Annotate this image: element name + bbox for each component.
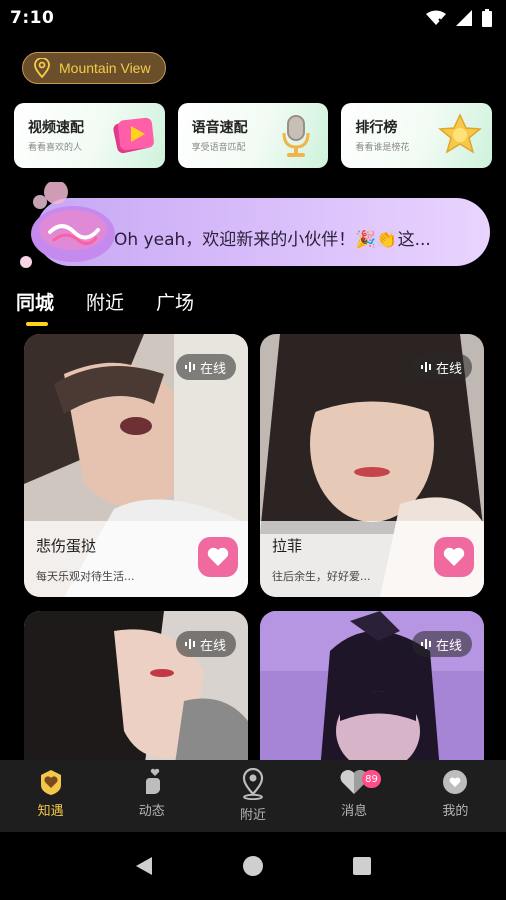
tab-indicator	[26, 322, 48, 326]
online-label: 在线	[199, 638, 226, 654]
online-label: 在线	[435, 638, 462, 654]
nav-item-zhiyu[interactable]: 知遇	[11, 768, 91, 819]
voice-wave-icon	[420, 362, 431, 372]
profile-icon	[443, 770, 468, 794]
online-badge: 在线	[175, 631, 236, 657]
tab-nearby[interactable]: 附近	[86, 288, 124, 315]
heart-icon	[207, 547, 229, 566]
signal-icon	[456, 10, 472, 26]
status-bar: 7:10	[0, 0, 506, 36]
voice-wave-icon	[184, 639, 195, 649]
voice-match-card[interactable]: 语音速配 享受语音匹配	[177, 103, 329, 168]
welcome-banner[interactable]: Oh yeah，欢迎新来的小伙伴！🎉👏这...	[18, 182, 490, 268]
wifi-icon	[426, 10, 446, 25]
nav-item-moments[interactable]: 动态	[112, 768, 192, 819]
online-badge: 在线	[411, 354, 472, 380]
microphone-icon	[282, 115, 310, 157]
profile-card[interactable]: 在线	[260, 611, 484, 771]
profile-grid: 在线 悲伤蛋挞 每天乐观对待生活... 在线 拉菲 往后余生，好好爱... 在线…	[24, 334, 484, 771]
nav-label: 我的	[442, 804, 469, 819]
message-badge: 89	[362, 770, 381, 788]
nav-item-messages[interactable]: 89 消息	[314, 768, 394, 819]
nav-label: 知遇	[37, 804, 64, 819]
nav-label: 附近	[239, 808, 266, 823]
location-label: Mountain View	[59, 60, 151, 76]
video-play-icon	[113, 117, 154, 154]
battery-icon	[482, 9, 492, 27]
banner-text: Oh yeah，欢迎新来的小伙伴！🎉👏这...	[114, 230, 431, 250]
status-icons	[426, 9, 492, 27]
nav-item-profile[interactable]: 我的	[415, 768, 495, 819]
like-button[interactable]	[198, 537, 238, 577]
location-pin-icon	[34, 58, 50, 78]
back-icon[interactable]	[134, 855, 154, 877]
voice-wave-icon	[420, 639, 431, 649]
nav-item-nearby[interactable]: 附近	[213, 768, 293, 823]
tab-plaza[interactable]: 广场	[156, 288, 194, 315]
video-match-card[interactable]: 视频速配 看看喜欢的人	[14, 103, 165, 168]
online-label: 在线	[199, 361, 226, 377]
recents-icon[interactable]	[352, 856, 372, 876]
tab-same-city[interactable]: 同城	[16, 288, 54, 315]
chat-bubbles-icon	[20, 182, 115, 268]
status-time: 7:10	[10, 8, 55, 28]
nav-label: 消息	[341, 804, 368, 819]
like-button[interactable]	[434, 537, 474, 577]
feature-row: 视频速配 看看喜欢的人 语音速配 享受语音匹配 排行榜 看看谁是榜花	[14, 103, 493, 168]
profile-card[interactable]: 在线 拉菲 往后余生，好好爱...	[260, 334, 484, 597]
bottom-nav: 知遇 动态 附近 89 消息 我的	[0, 760, 506, 832]
feed-tabs: 同城 附近 广场	[16, 288, 194, 315]
online-label: 在线	[435, 361, 462, 377]
leaderboard-card[interactable]: 排行榜 看看谁是榜花	[341, 103, 493, 168]
nav-label: 动态	[138, 804, 165, 819]
heart-badge-icon	[40, 770, 61, 795]
online-badge: 在线	[175, 354, 236, 380]
voice-wave-icon	[184, 362, 195, 372]
location-pin-icon	[242, 768, 264, 800]
location-selector[interactable]: Mountain View	[22, 52, 166, 84]
star-medal-icon	[438, 113, 482, 154]
online-badge: 在线	[411, 631, 472, 657]
profile-card[interactable]: 在线 悲伤蛋挞 每天乐观对待生活...	[24, 334, 248, 597]
finger-heart-icon	[145, 768, 160, 794]
system-nav-bar	[0, 832, 506, 900]
profile-card[interactable]: 在线	[24, 611, 248, 771]
heart-icon	[443, 547, 465, 566]
home-icon[interactable]	[242, 855, 264, 877]
